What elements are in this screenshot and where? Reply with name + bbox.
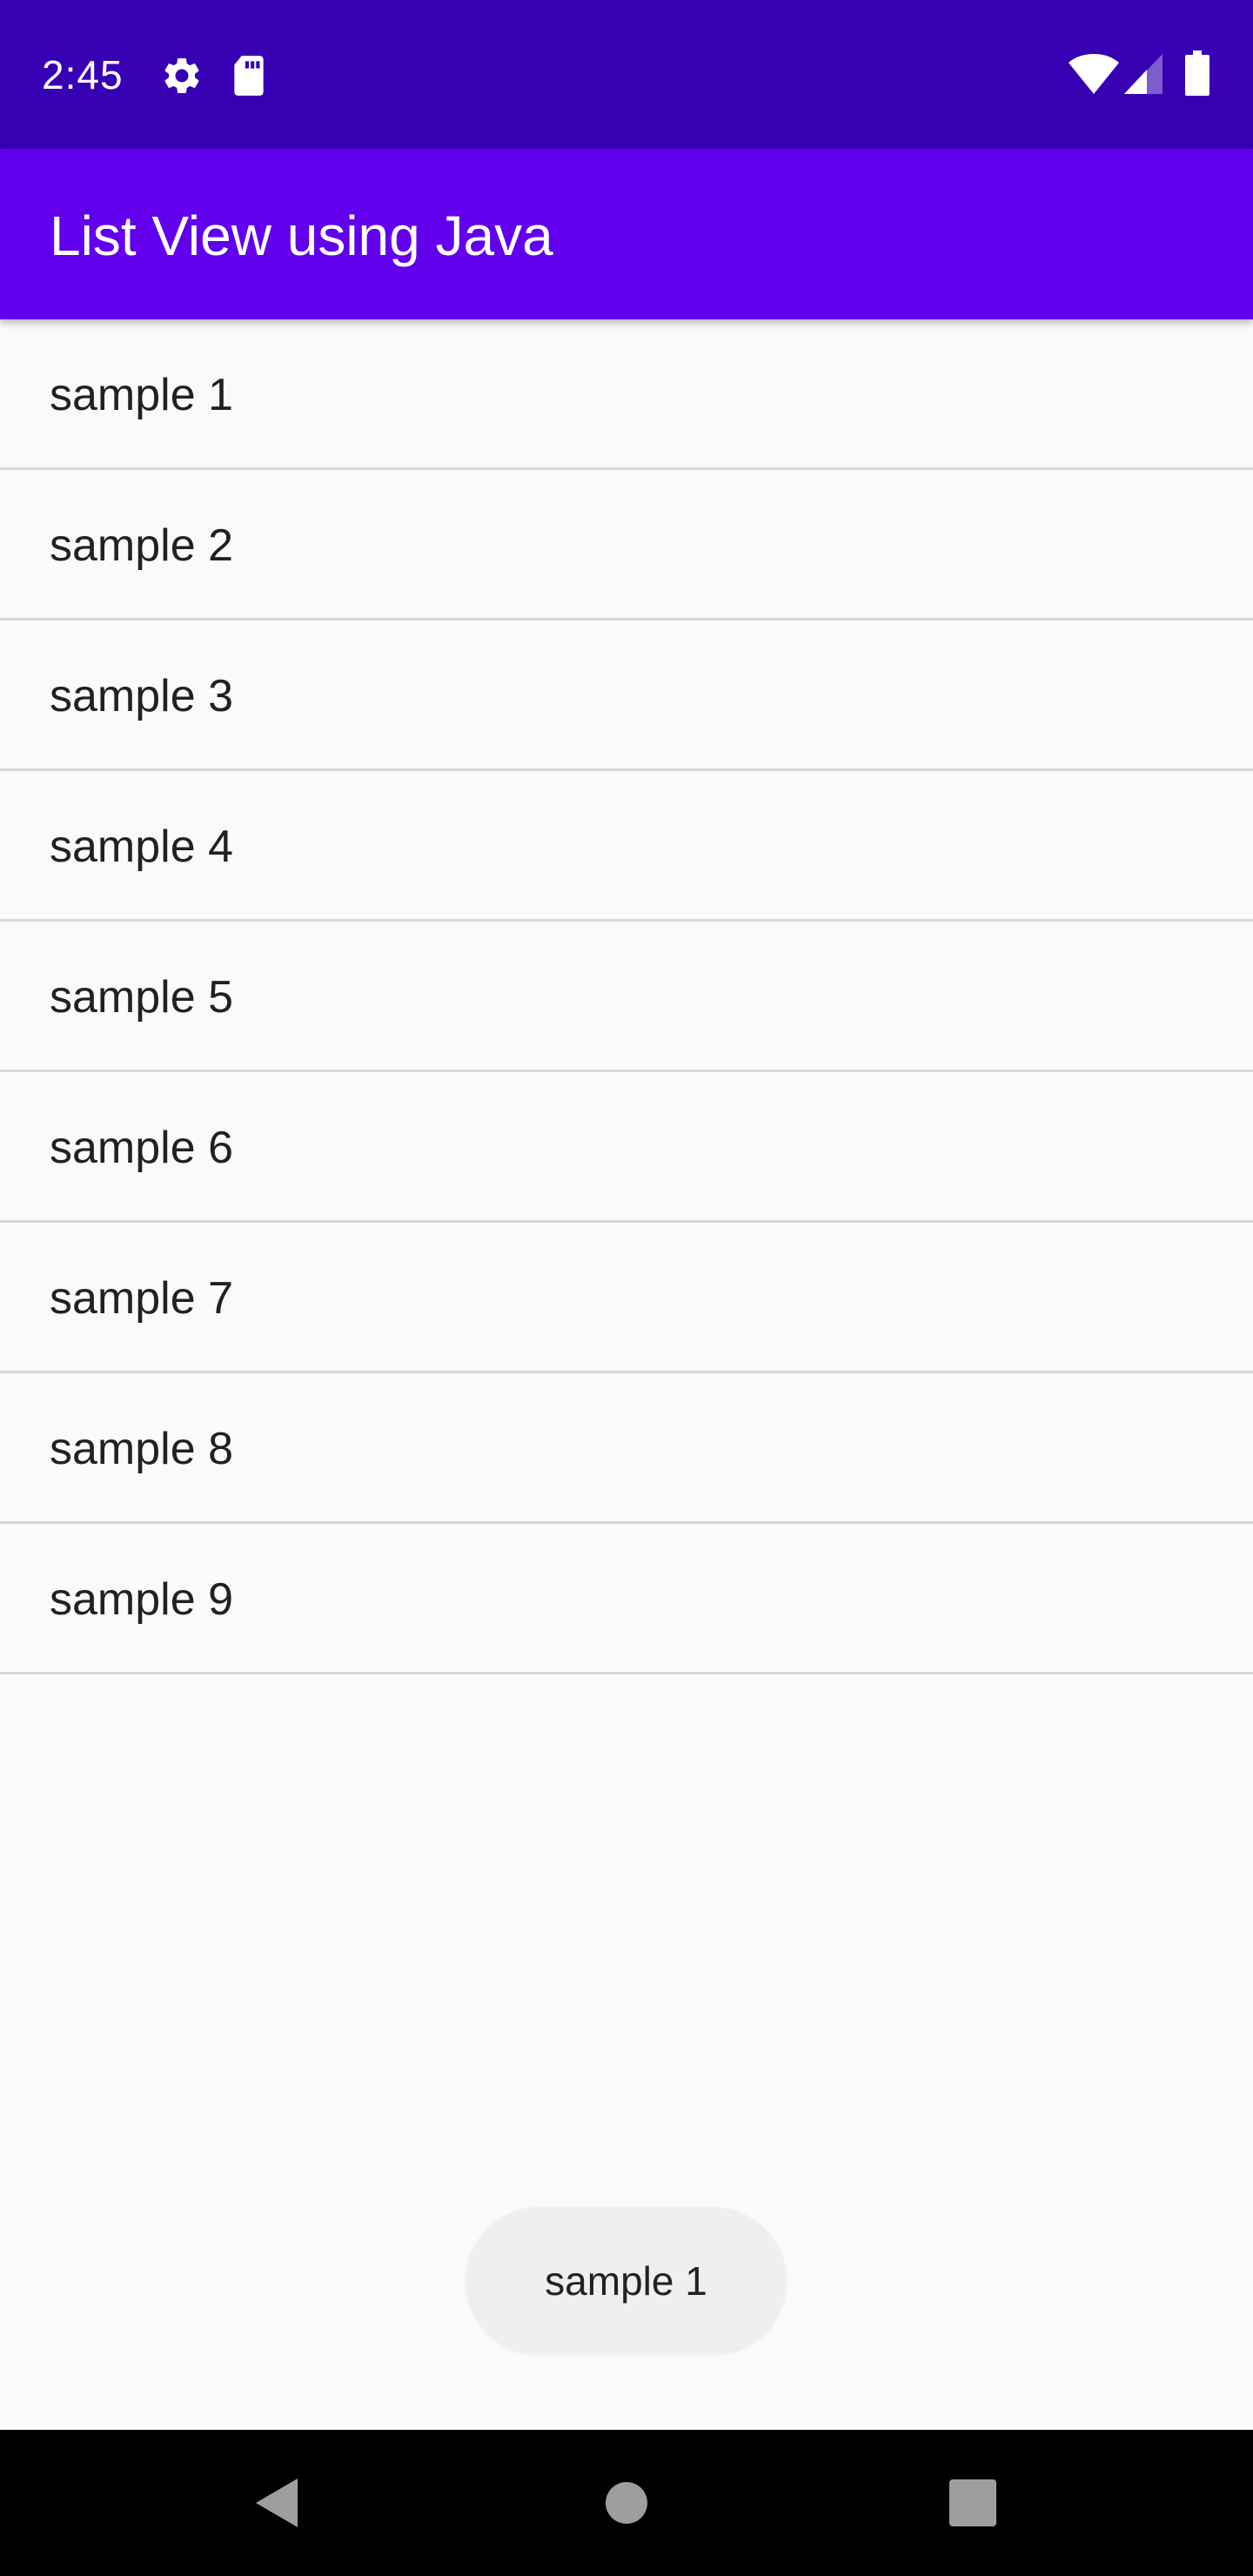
back-triangle-icon [256,2479,298,2527]
list-item[interactable]: sample 6 [0,1072,1253,1223]
back-button[interactable] [228,2454,325,2552]
list-item[interactable]: sample 4 [0,771,1253,922]
sd-card-icon [234,56,264,96]
home-circle-icon [606,2482,647,2524]
toast-text: sample 1 [545,2258,707,2304]
sample-list: sample 1 sample 2 sample 3 sample 4 samp… [0,319,1253,1674]
list-item-label: sample 2 [50,520,233,571]
recents-square-icon [949,2479,996,2526]
list-item[interactable]: sample 1 [0,319,1253,470]
list-item[interactable]: sample 8 [0,1373,1253,1524]
cell-signal-icon [1124,54,1163,94]
list-item-label: sample 9 [50,1574,233,1625]
list-item-label: sample 1 [50,370,233,420]
list-item-label: sample 8 [50,1424,233,1474]
home-button[interactable] [578,2454,675,2552]
wifi-icon [1069,54,1119,94]
status-time: 2:45 [42,52,124,97]
list-item-label: sample 6 [50,1123,233,1173]
list-item[interactable]: sample 9 [0,1524,1253,1674]
list-item[interactable]: sample 2 [0,470,1253,621]
settings-gear-icon [164,57,199,93]
list-item-label: sample 5 [50,972,233,1023]
list-item[interactable]: sample 5 [0,922,1253,1072]
battery-icon [1185,50,1209,96]
navigation-bar [0,2430,1253,2576]
list-item-label: sample 4 [50,822,233,872]
list-item-label: sample 7 [50,1273,233,1324]
toast-message: sample 1 [466,2207,787,2355]
list-item-label: sample 3 [50,671,233,721]
list-item[interactable]: sample 3 [0,621,1253,771]
recents-button[interactable] [924,2454,1022,2552]
list-item[interactable]: sample 7 [0,1223,1253,1373]
app-title: List View using Java [50,205,553,267]
app-bar: List View using Java [0,149,1253,319]
screen: 2:45 List View using Java sample 1 sampl… [0,0,1253,2576]
status-bar: 2:45 [0,0,1253,149]
